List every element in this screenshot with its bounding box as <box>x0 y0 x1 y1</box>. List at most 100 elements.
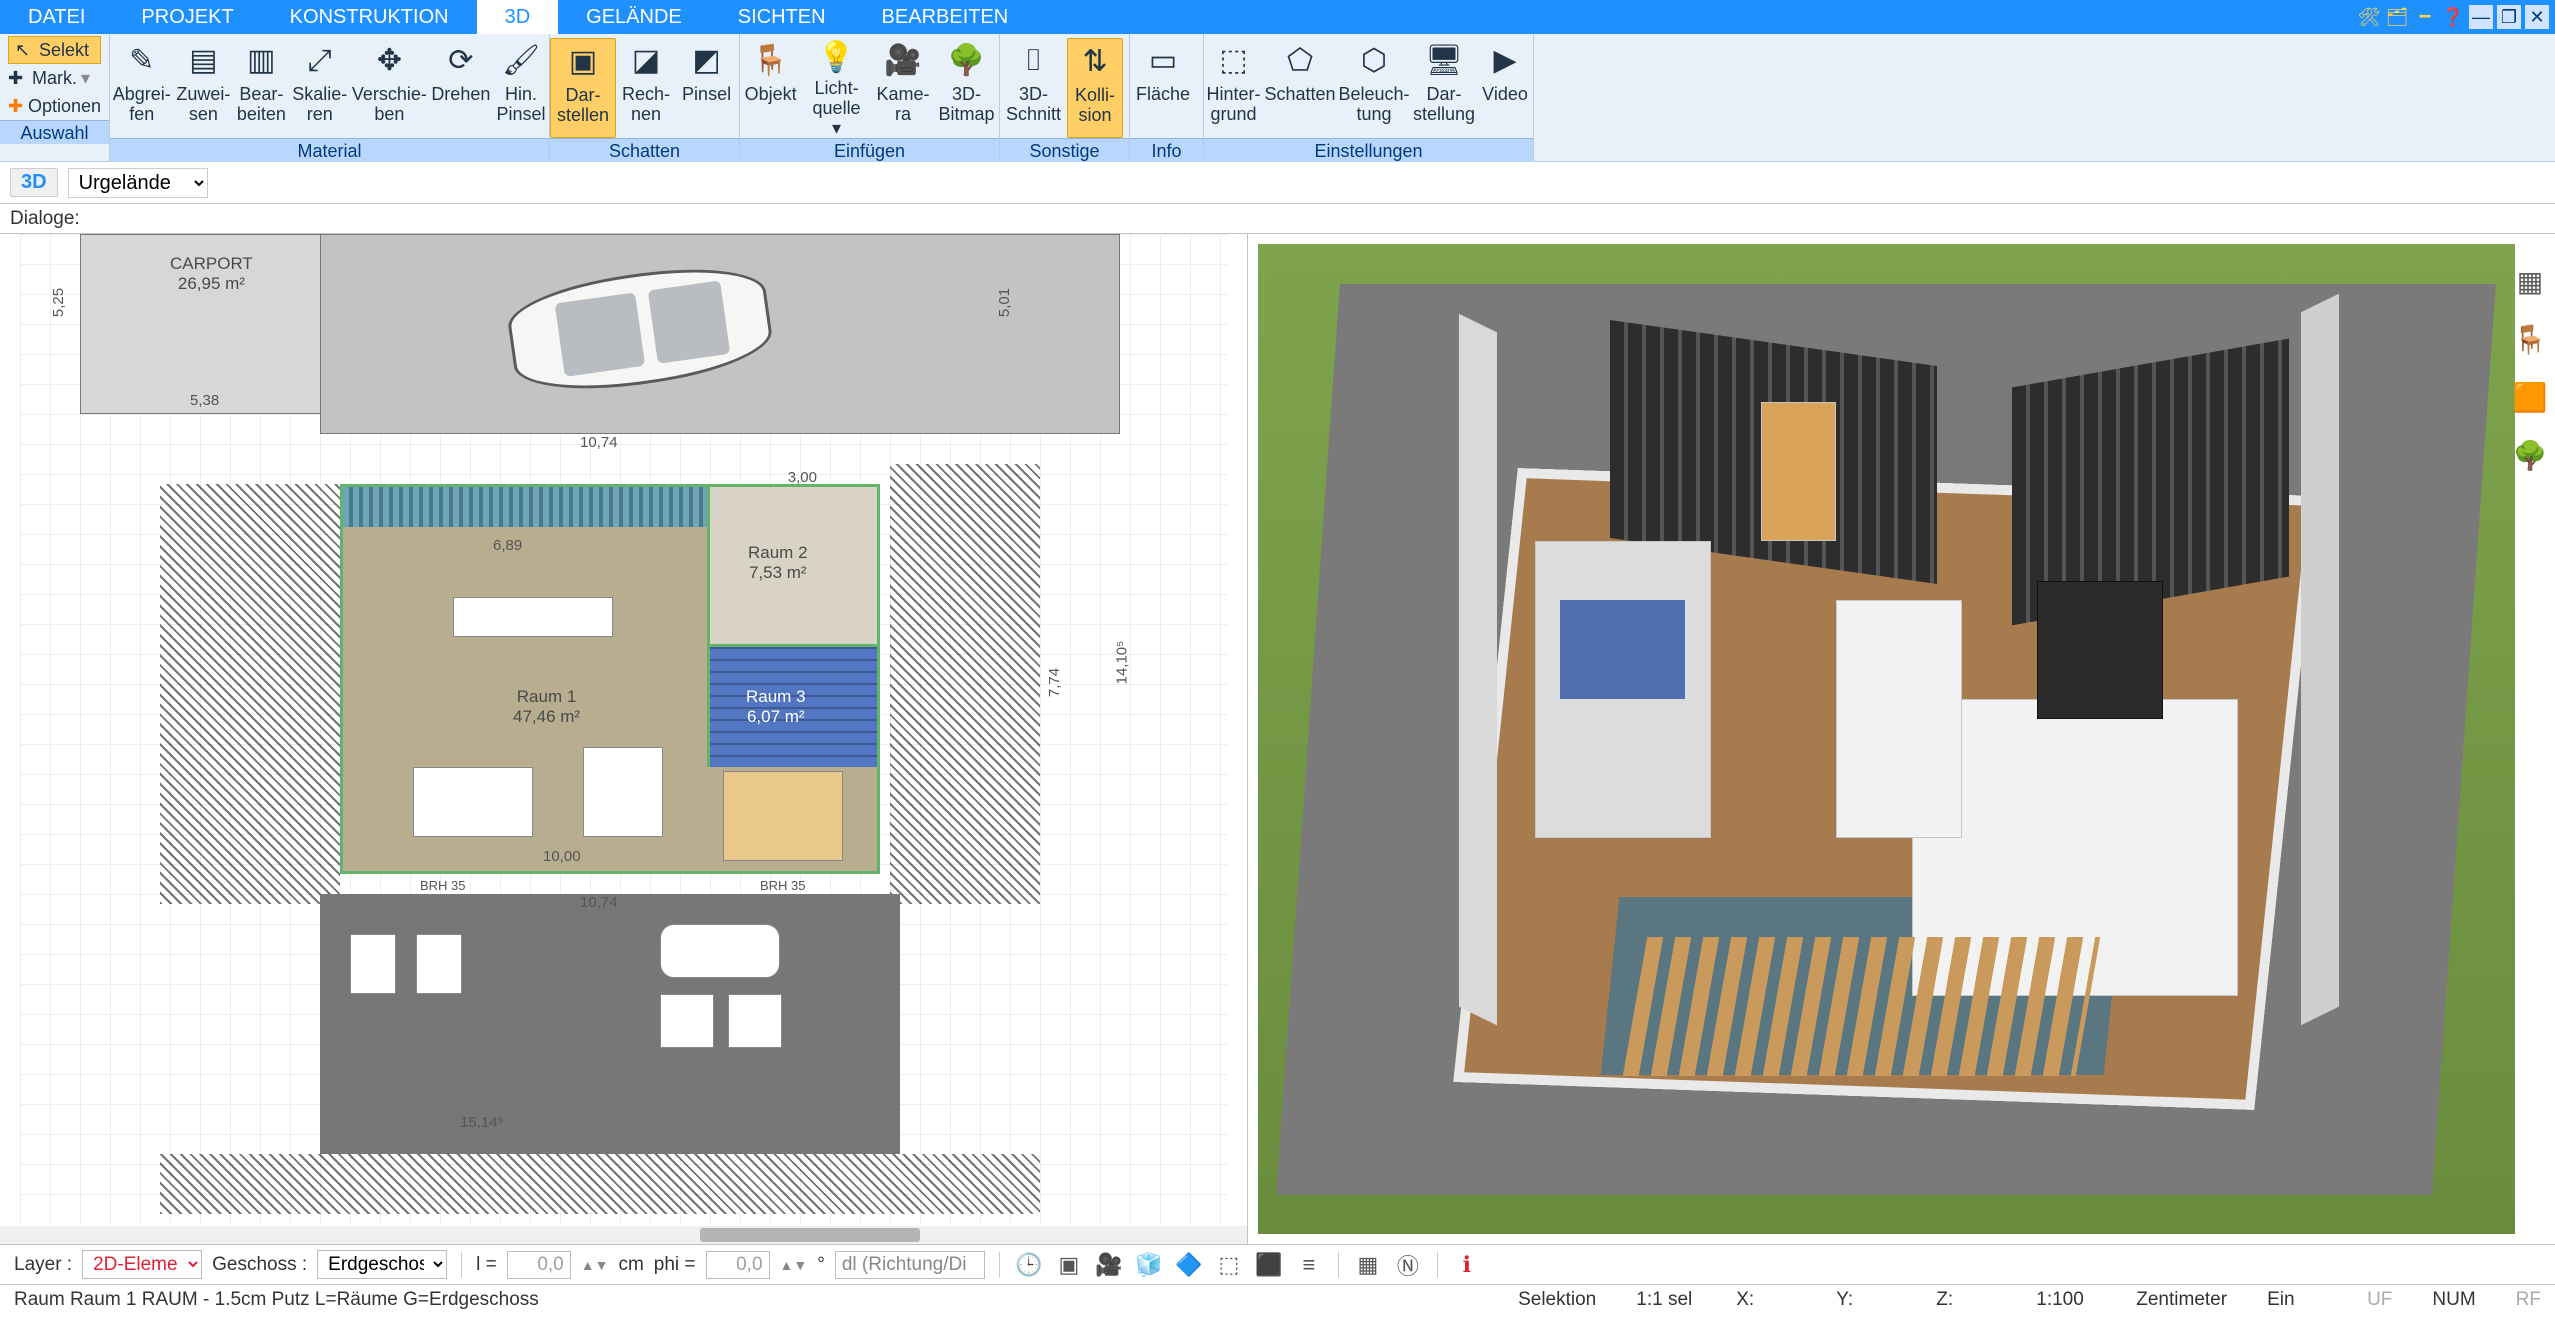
panel-b-icon[interactable]: 🗕 <box>2413 5 2437 29</box>
phi-unit: ° <box>817 1254 825 1276</box>
render-3d-pane[interactable]: ▦ 🪑 🟧 🌳 <box>1248 234 2555 1244</box>
material-abgreifen-button[interactable]: ✎Abgrei- fen <box>110 38 173 138</box>
insert-lichtquelle-button[interactable]: 💡Licht- quelle ▾ <box>801 38 872 138</box>
floorplan-2d-pane[interactable]: CARPORT26,95 m² 5,38 5,25 10,74 5,01 Rau… <box>0 234 1248 1244</box>
status-bar: Raum Raum 1 RAUM - 1.5cm Putz L=Räume G=… <box>0 1284 2555 1314</box>
menu-projekt[interactable]: PROJEKT <box>113 0 261 34</box>
material-skalieren-button[interactable]: ⤢Skalie- ren <box>289 38 350 138</box>
btn-label: Rech- nen <box>622 84 670 124</box>
select-mode-label: Selekt <box>39 40 89 61</box>
geschoss-select[interactable]: Erdgeschos <box>317 1250 447 1279</box>
frame-icon[interactable]: ▣ <box>1054 1250 1084 1280</box>
video-button[interactable]: ▶Video <box>1477 38 1533 138</box>
3d-schnitt-button[interactable]: ⌷3D- Schnitt <box>1000 38 1067 138</box>
filled-icon[interactable]: ⬛ <box>1254 1250 1284 1280</box>
phi-input[interactable] <box>706 1251 770 1279</box>
btn-label: Dar- stellen <box>557 85 609 125</box>
material-drehen-button[interactable]: ⟳Drehen <box>429 38 493 138</box>
btn-label: Schatten <box>1265 84 1336 104</box>
display-icon: 🖥 <box>1423 40 1465 82</box>
l-input[interactable] <box>507 1251 571 1279</box>
input-bar: Layer : 2D-Elemen Geschoss : Erdgeschos … <box>0 1244 2555 1284</box>
group-schatten-label: Schatten <box>550 138 739 162</box>
options-label: Optionen <box>28 96 101 117</box>
panel-a-icon[interactable]: 🗂 <box>2385 5 2409 29</box>
layers-icon[interactable]: ▦ <box>2513 264 2547 298</box>
schatten-rechnen-button[interactable]: ◪Rech- nen <box>616 38 676 138</box>
menu-3d[interactable]: 3D <box>477 0 559 34</box>
schatten-pinsel-button[interactable]: ◩Pinsel <box>676 38 737 138</box>
schatten-settings-button[interactable]: ⬠Schatten <box>1263 38 1337 138</box>
material-hinpinsel-button[interactable]: 🖌Hin. Pinsel <box>493 38 549 138</box>
menu-konstruktion[interactable]: KONSTRUKTION <box>262 0 477 34</box>
options-button[interactable]: ✚Optionen <box>8 92 101 120</box>
room2-label: Raum 27,53 m² <box>748 543 808 583</box>
shadow-settings-icon: ⬠ <box>1279 40 1321 82</box>
btn-label: Drehen <box>431 84 490 104</box>
btn-label: Pinsel <box>682 84 731 104</box>
group-info-label: Info <box>1130 138 1203 162</box>
background-icon: ⬚ <box>1213 40 1255 82</box>
l-label: l = <box>476 1254 497 1276</box>
menu-gelaende[interactable]: GELÄNDE <box>558 0 710 34</box>
side-tool-panel: ▦ 🪑 🟧 🌳 <box>2509 264 2551 472</box>
mark-mode-button[interactable]: ✚Mark.▾ <box>8 64 101 92</box>
outline-icon[interactable]: ⬚ <box>1214 1250 1244 1280</box>
brh-label-2: BRH 35 <box>760 878 806 893</box>
phi-label: phi = <box>654 1254 696 1276</box>
cube-shadow-icon: ◪ <box>625 40 667 82</box>
insert-kamera-button[interactable]: 🎥Kame- ra <box>872 38 934 138</box>
vegetation-icon[interactable]: 🌳 <box>2513 438 2547 472</box>
assign-icon: ▤ <box>182 40 224 82</box>
terrain-select[interactable]: Urgelände <box>68 168 208 198</box>
dl-input[interactable] <box>835 1251 985 1279</box>
clock-icon[interactable]: 🕒 <box>1014 1250 1044 1280</box>
cube-icon[interactable]: 🧊 <box>1134 1250 1164 1280</box>
schatten-darstellen-button[interactable]: ▣Dar- stellen <box>550 38 616 138</box>
layer-select[interactable]: 2D-Elemen <box>82 1250 202 1279</box>
kollision-button[interactable]: ⇅Kolli- sion <box>1067 38 1123 138</box>
furniture-icon[interactable]: 🪑 <box>2513 322 2547 356</box>
material-verschieben-button[interactable]: ✥Verschie- ben <box>350 38 429 138</box>
btn-label: Dar- stellung <box>1413 84 1475 124</box>
help-icon[interactable]: ❓ <box>2441 5 2465 29</box>
minimize-icon[interactable]: — <box>2469 5 2493 29</box>
tools-icon[interactable]: 🛠 <box>2357 5 2381 29</box>
menu-bearbeiten[interactable]: BEARBEITEN <box>854 0 1037 34</box>
view-3d-badge[interactable]: 3D <box>10 168 58 197</box>
menu-sichten[interactable]: SICHTEN <box>710 0 854 34</box>
brush-icon: 🖌 <box>500 40 542 82</box>
group-auswahl-label: Auswahl <box>0 120 109 144</box>
status-scale: 1:100 <box>2036 1289 2096 1311</box>
materials-palette-icon[interactable]: 🟧 <box>2513 380 2547 414</box>
camera-icon[interactable]: 🎥 <box>1094 1250 1124 1280</box>
geschoss-label: Geschoss : <box>212 1254 307 1276</box>
insert-3dbitmap-button[interactable]: 🌳3D- Bitmap <box>934 38 999 138</box>
btn-label: Hin. Pinsel <box>496 84 545 124</box>
layer-label: Layer : <box>14 1254 72 1276</box>
north-icon[interactable]: Ⓝ <box>1393 1250 1423 1280</box>
darstellung-button[interactable]: 🖥Dar- stellung <box>1411 38 1477 138</box>
layers-bar-icon[interactable]: ≡ <box>1294 1250 1324 1280</box>
view-select-bar: 3D Urgelände <box>0 162 2555 204</box>
material-zuweisen-button[interactable]: ▤Zuwei- sen <box>173 38 233 138</box>
select-mode-button[interactable]: ↖Selekt <box>8 36 101 64</box>
status-selektion: Selektion <box>1518 1289 1596 1311</box>
hintergrund-button[interactable]: ⬚Hinter- grund <box>1204 38 1263 138</box>
info-icon[interactable]: ℹ <box>1452 1250 1482 1280</box>
group-einstellungen-label: Einstellungen <box>1204 138 1533 162</box>
rotate-icon: ⟳ <box>440 40 482 82</box>
group-sonstige-label: Sonstige <box>1000 138 1129 162</box>
close-icon[interactable]: ✕ <box>2525 5 2549 29</box>
status-uf: UF <box>2367 1289 2392 1311</box>
area-icon: ▭ <box>1142 40 1184 82</box>
hscrollbar-2d[interactable] <box>0 1226 1247 1244</box>
grid-icon[interactable]: ▦ <box>1353 1250 1383 1280</box>
menu-datei[interactable]: DATEI <box>0 0 113 34</box>
diamond-icon[interactable]: 🔷 <box>1174 1250 1204 1280</box>
material-bearbeiten-button[interactable]: ▥Bear- beiten <box>233 38 289 138</box>
insert-objekt-button[interactable]: 🪑Objekt <box>740 38 801 138</box>
flaeche-button[interactable]: ▭Fläche <box>1130 38 1196 138</box>
maximize-icon[interactable]: ❐ <box>2497 5 2521 29</box>
beleuchtung-button[interactable]: ⬡Beleuch- tung <box>1337 38 1411 138</box>
